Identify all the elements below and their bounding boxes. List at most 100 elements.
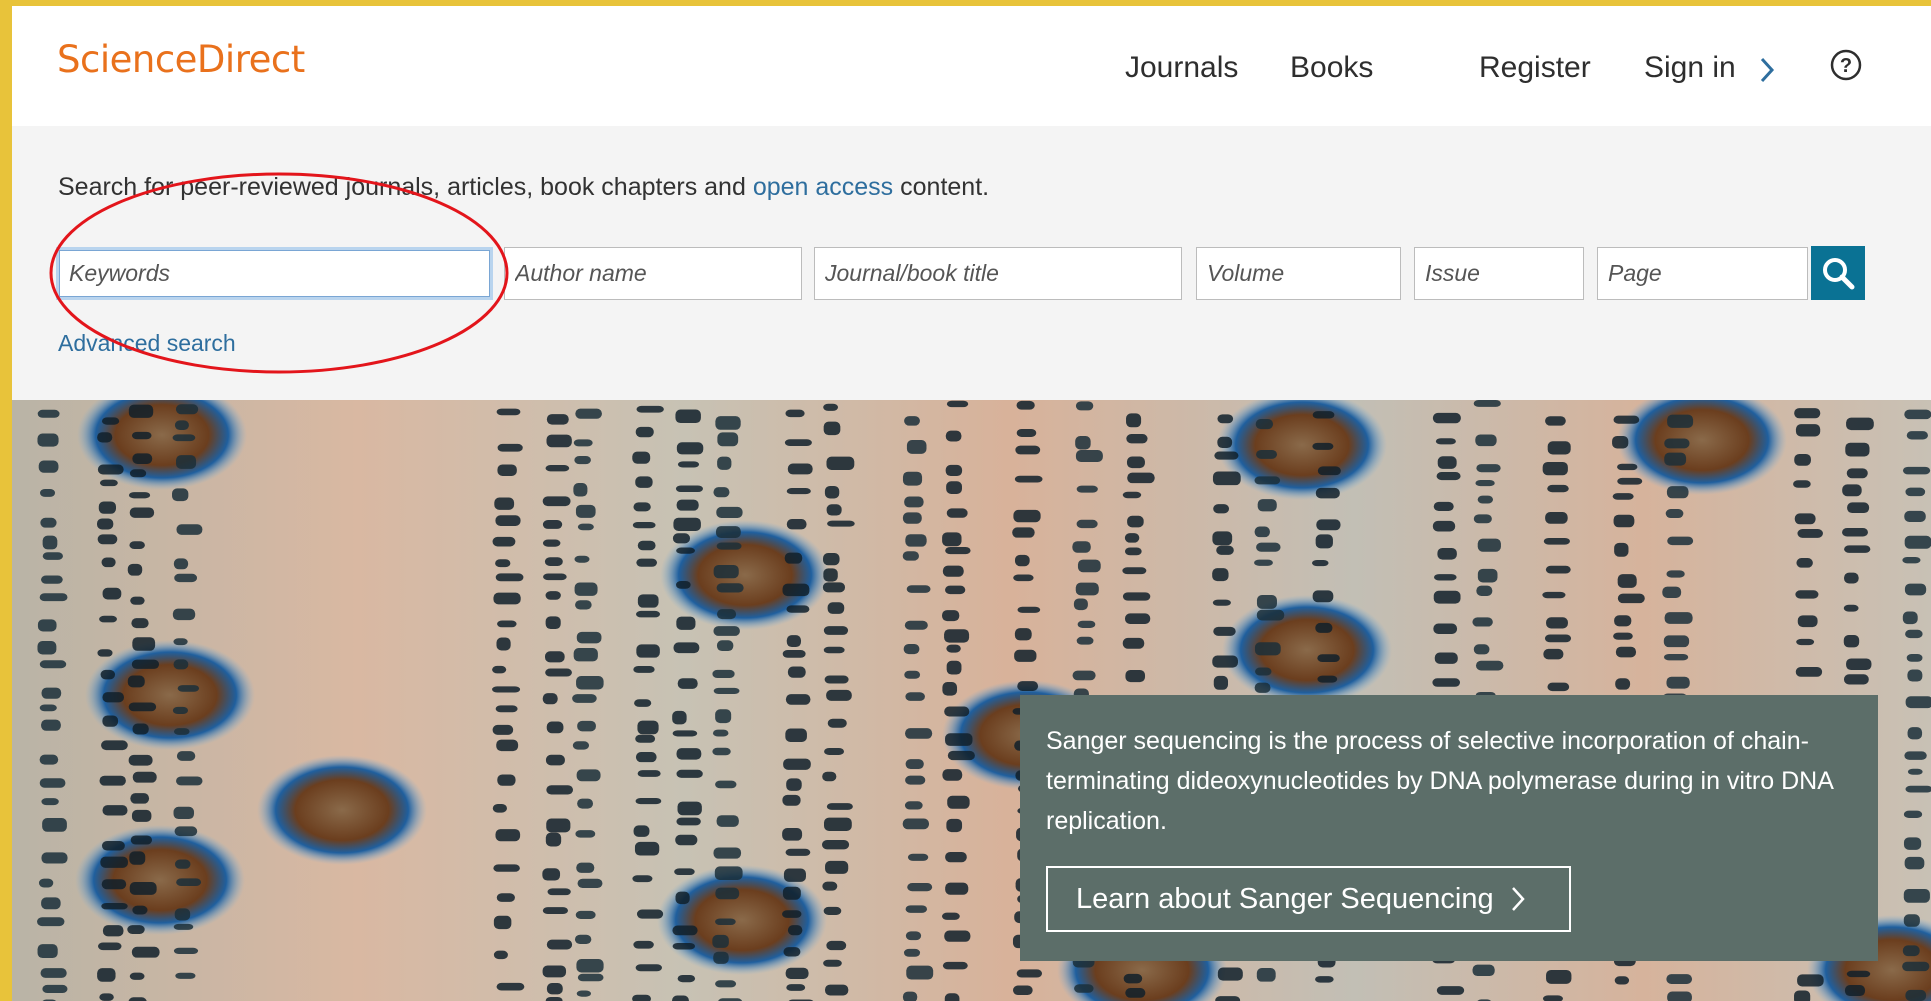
gel-band	[132, 905, 148, 915]
gel-band	[173, 806, 195, 820]
gel-band	[1127, 515, 1144, 528]
advanced-search-link[interactable]: Advanced search	[58, 330, 236, 357]
gel-band	[1617, 477, 1643, 485]
gel-band	[673, 642, 700, 654]
sciencedirect-logo[interactable]: ScienceDirect	[57, 38, 305, 81]
learn-sanger-sequencing-button[interactable]: Learn about Sanger Sequencing	[1046, 866, 1571, 932]
gel-band	[576, 862, 595, 873]
gel-band	[98, 501, 117, 514]
gel-band	[1436, 986, 1465, 995]
keywords-input[interactable]	[56, 247, 493, 300]
gel-band	[904, 670, 921, 679]
gel-band	[637, 594, 659, 608]
gel-band	[99, 775, 126, 786]
gel-band	[39, 488, 56, 497]
gel-band	[1904, 409, 1931, 420]
gel-band	[1903, 914, 1920, 927]
gel-band	[1477, 495, 1493, 504]
gel-band	[1016, 969, 1043, 978]
gel-band	[98, 942, 122, 951]
gel-band	[128, 997, 147, 1001]
gel-band	[783, 947, 801, 957]
gel-band	[42, 535, 58, 550]
gel-band	[573, 647, 598, 662]
gel-band	[1216, 545, 1234, 555]
gel-band	[131, 618, 149, 629]
gel-band	[1473, 400, 1501, 407]
gel-band	[942, 769, 963, 781]
gel-band	[672, 730, 698, 737]
gel-band	[713, 951, 729, 964]
issue-input[interactable]	[1414, 247, 1584, 300]
gel-band	[496, 982, 525, 991]
gel-band	[946, 481, 962, 495]
gel-band	[714, 866, 743, 880]
gel-band	[576, 631, 602, 644]
gel-band	[1017, 681, 1039, 692]
gel-band	[1794, 990, 1811, 1001]
gel-band	[1547, 682, 1570, 692]
nav-register[interactable]: Register	[1479, 51, 1591, 85]
gel-band	[907, 883, 933, 892]
gel-band	[1312, 590, 1334, 603]
gel-band	[129, 972, 145, 980]
gel-band	[1072, 541, 1091, 553]
gel-band	[905, 534, 927, 547]
gel-band	[715, 887, 740, 900]
page-input[interactable]	[1597, 247, 1808, 300]
gel-band	[713, 847, 742, 859]
gel-band	[787, 925, 803, 936]
chevron-right-icon[interactable]	[1756, 54, 1778, 86]
gel-band	[713, 487, 730, 498]
help-circle-icon[interactable]: ?	[1829, 48, 1863, 82]
nav-journals[interactable]: Journals	[1125, 51, 1238, 85]
gel-band	[1905, 487, 1926, 497]
author-name-input[interactable]	[504, 247, 802, 300]
gel-band	[495, 559, 511, 568]
gel-band	[97, 968, 116, 982]
gel-band	[1217, 436, 1233, 449]
gel-band	[1664, 452, 1687, 466]
search-button[interactable]	[1811, 246, 1865, 300]
gel-band	[1667, 991, 1692, 1001]
gel-band	[675, 834, 698, 846]
nav-sign-in[interactable]: Sign in	[1644, 51, 1736, 85]
gel-band	[1903, 837, 1922, 850]
gel-band	[1477, 568, 1498, 583]
gel-band	[1256, 542, 1281, 552]
gel-band	[1254, 642, 1281, 656]
gel-band	[945, 585, 966, 595]
hero-description: Sanger sequencing is the process of sele…	[1046, 727, 1833, 835]
gel-band	[1545, 565, 1571, 574]
gel-band	[1664, 612, 1693, 624]
gel-band	[1666, 570, 1685, 578]
gel-band	[1795, 590, 1819, 599]
gel-band	[37, 917, 65, 927]
gel-band	[1846, 417, 1874, 431]
volume-input[interactable]	[1196, 247, 1401, 300]
gel-band	[786, 605, 810, 613]
gel-band	[1012, 985, 1033, 995]
gel-band	[1794, 453, 1811, 466]
gel-band	[1615, 678, 1631, 690]
nav-books[interactable]: Books	[1290, 51, 1373, 85]
gel-band	[1076, 485, 1098, 493]
journal-book-title-input[interactable]	[814, 247, 1182, 300]
gel-band	[1473, 514, 1492, 524]
open-access-link[interactable]: open access	[753, 173, 893, 201]
gel-band	[635, 734, 656, 743]
gel-band	[1905, 785, 1931, 793]
gel-band	[545, 616, 561, 630]
gel-band	[672, 533, 691, 544]
gel-band	[716, 815, 739, 827]
gel-band	[635, 752, 657, 763]
gel-band	[576, 959, 604, 973]
gel-band	[905, 905, 928, 913]
gel-band	[824, 748, 845, 755]
gel-band	[1545, 512, 1568, 524]
gel-band	[675, 409, 701, 424]
gel-band	[712, 729, 729, 737]
gel-band	[132, 723, 149, 735]
gel-band	[1906, 431, 1928, 440]
gel-band	[822, 582, 846, 593]
